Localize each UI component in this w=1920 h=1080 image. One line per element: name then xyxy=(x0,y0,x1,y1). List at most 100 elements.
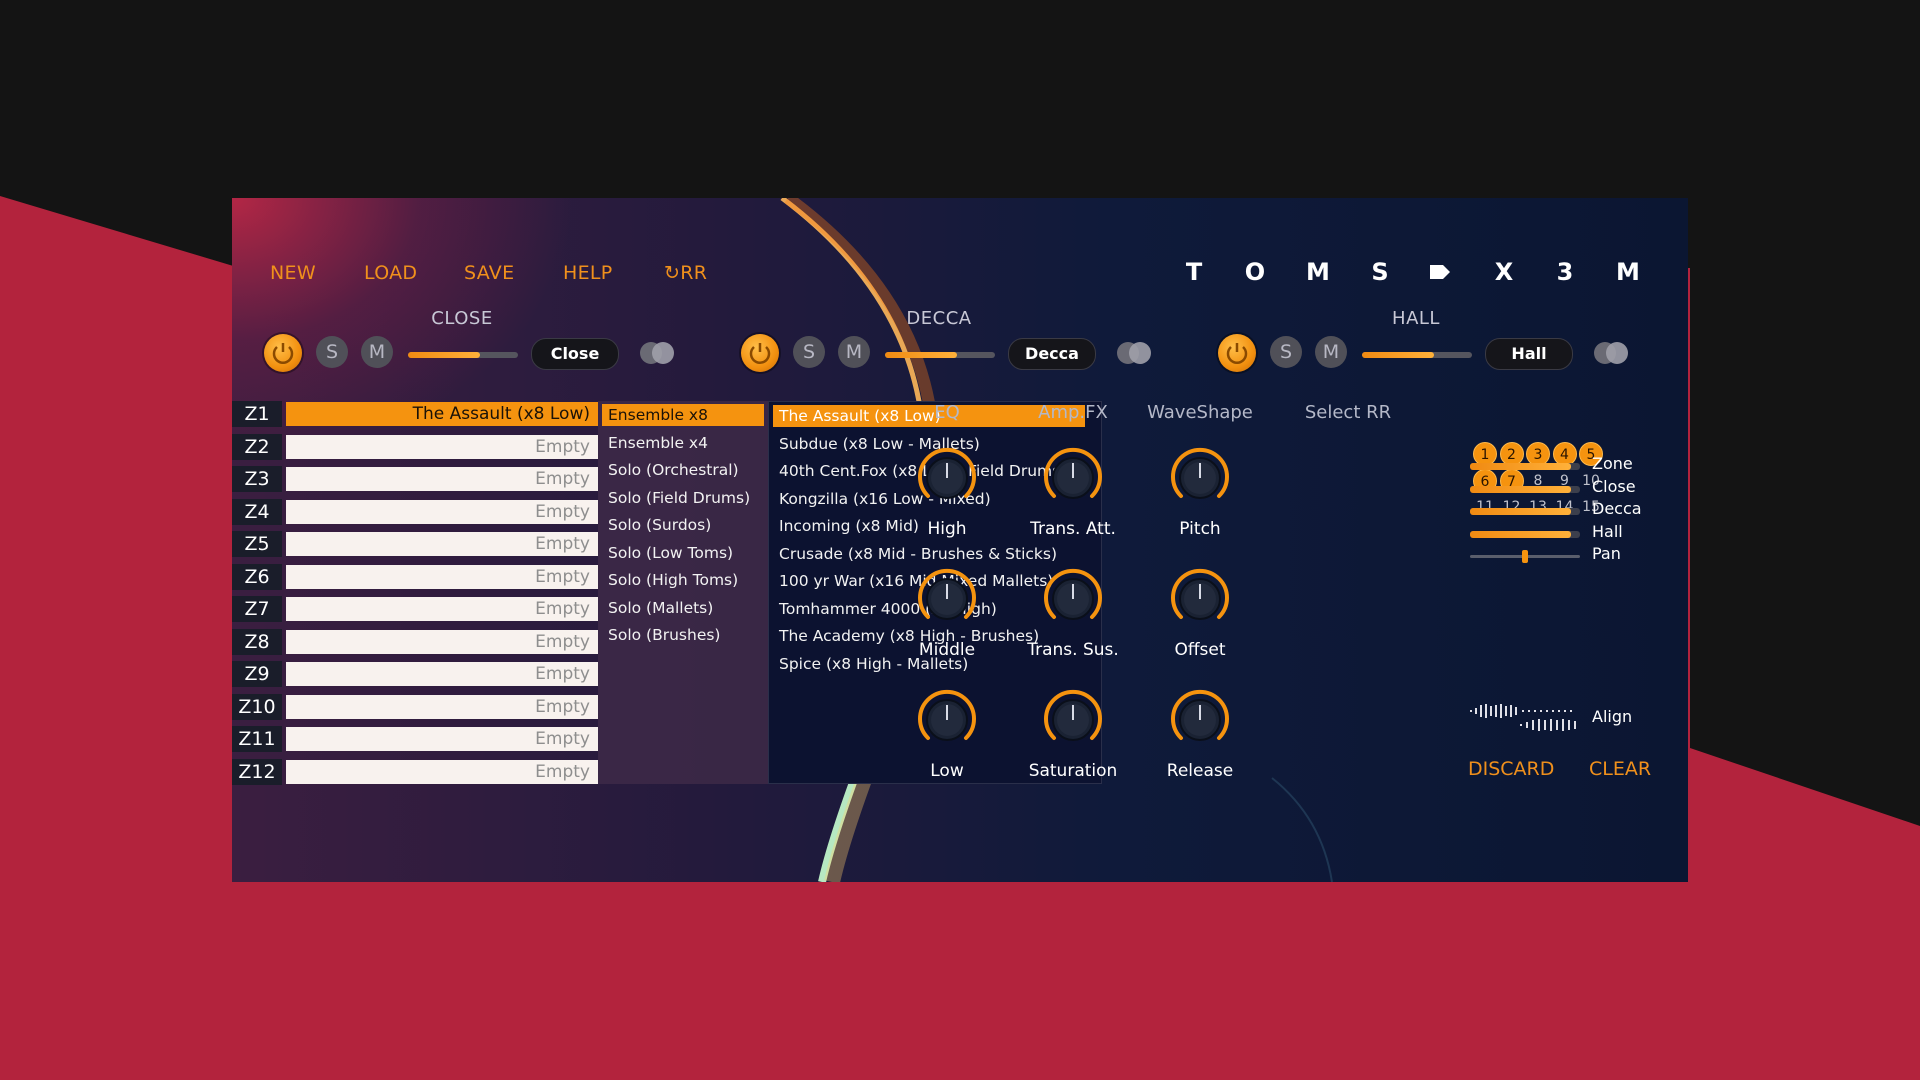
hall-volume-slider[interactable] xyxy=(1362,352,1472,358)
close-volume-slider[interactable] xyxy=(408,352,518,358)
decca-solo-button[interactable]: S xyxy=(793,336,825,368)
logo-letter: O xyxy=(1244,258,1266,286)
pitch-knob[interactable] xyxy=(1169,447,1231,509)
hall-link-icon[interactable] xyxy=(1590,339,1634,367)
pan-slider[interactable] xyxy=(1470,550,1580,563)
new-button[interactable]: NEW xyxy=(270,258,316,288)
hall-power-button[interactable] xyxy=(1218,334,1256,372)
zone-slot-field[interactable]: Empty xyxy=(286,727,598,751)
middle-knob[interactable] xyxy=(916,568,978,630)
zone-label[interactable]: Z7 xyxy=(232,596,282,622)
zone-slot-field[interactable]: Empty xyxy=(286,532,598,556)
zone-label[interactable]: Z2 xyxy=(232,433,282,460)
instrument-item[interactable]: Crusade (x8 Mid - Brushes & Sticks) xyxy=(773,543,1085,565)
help-button[interactable]: HELP xyxy=(563,258,613,288)
hall-slider-label: Hall xyxy=(1592,521,1623,541)
high-knob-label: High xyxy=(927,519,967,539)
hall-preset-button[interactable]: Hall xyxy=(1485,338,1573,370)
eq-header: EQ xyxy=(934,402,960,423)
category-item[interactable]: Solo (Surdos) xyxy=(602,514,764,536)
logo-letter: M xyxy=(1306,258,1330,286)
hall-solo-button[interactable]: S xyxy=(1270,336,1302,368)
zone-label[interactable]: Z12 xyxy=(232,758,282,785)
decca-power-button[interactable] xyxy=(741,334,779,372)
rr-number-button[interactable]: 11 xyxy=(1473,495,1497,519)
decca-mute-button[interactable]: M xyxy=(838,336,870,368)
zone-slot-field[interactable]: Empty xyxy=(286,662,598,686)
zone-label[interactable]: Z3 xyxy=(232,466,282,492)
close-slider[interactable] xyxy=(1470,485,1580,493)
offset-knob[interactable] xyxy=(1169,568,1231,630)
zone-label[interactable]: Z9 xyxy=(232,661,282,687)
hall-mic-label: HALL xyxy=(1392,308,1440,329)
decca-slider-label: Decca xyxy=(1592,499,1642,518)
zone-slot-field[interactable]: Empty xyxy=(286,467,598,491)
decca-slider[interactable] xyxy=(1470,508,1580,515)
zone-label[interactable]: Z6 xyxy=(232,563,282,590)
category-item[interactable]: Solo (Orchestral) xyxy=(602,459,764,481)
hall-volume-fill xyxy=(1362,352,1434,358)
category-item[interactable]: Solo (Field Drums) xyxy=(602,487,764,509)
zone-label[interactable]: Z5 xyxy=(232,531,282,557)
pan-handle[interactable] xyxy=(1522,550,1528,563)
logo-letter: M xyxy=(1616,258,1640,286)
close-mute-button[interactable]: M xyxy=(361,336,393,368)
zone-label[interactable]: Z1 xyxy=(232,401,282,427)
slider-fill xyxy=(1470,530,1572,538)
slider-fill xyxy=(1470,485,1572,493)
rr-number-button[interactable]: 13 xyxy=(1526,495,1550,519)
zone-label[interactable]: Z11 xyxy=(232,726,282,752)
rr-number-button[interactable]: 12 xyxy=(1500,495,1524,519)
rr-number-button[interactable]: 14 xyxy=(1553,495,1577,519)
save-button[interactable]: SAVE xyxy=(464,258,514,288)
hall-slider[interactable] xyxy=(1470,530,1580,538)
clear-button[interactable]: CLEAR xyxy=(1589,758,1651,780)
zone-slot-field[interactable]: The Assault (x8 Low) xyxy=(286,402,598,426)
zone-slot-field[interactable]: Empty xyxy=(286,629,598,654)
hall-mute-button[interactable]: M xyxy=(1315,336,1347,368)
decca-link-icon[interactable] xyxy=(1113,339,1157,367)
low-knob[interactable] xyxy=(916,689,978,751)
category-item[interactable]: Ensemble x4 xyxy=(602,432,764,454)
zone-slot-field[interactable]: Empty xyxy=(286,564,598,589)
zone-label[interactable]: Z10 xyxy=(232,693,282,720)
power-icon xyxy=(749,343,771,364)
release-knob[interactable] xyxy=(1169,689,1231,751)
category-item[interactable]: Solo (Low Toms) xyxy=(602,542,764,564)
logo-tag-icon xyxy=(1430,265,1450,279)
close-power-button[interactable] xyxy=(264,334,302,372)
category-item[interactable]: Solo (High Toms) xyxy=(602,569,764,591)
align-waveform-icon[interactable] xyxy=(1468,700,1586,736)
crr-button[interactable]: ↻RR xyxy=(664,258,707,288)
close-preset-button[interactable]: Close xyxy=(531,338,619,370)
decca-preset-button[interactable]: Decca xyxy=(1008,338,1096,370)
zone-label[interactable]: Z4 xyxy=(232,498,282,525)
category-item[interactable]: Solo (Mallets) xyxy=(602,597,764,619)
slider-fill xyxy=(1470,508,1572,515)
power-icon xyxy=(1226,343,1248,364)
trans-att-knob[interactable] xyxy=(1042,447,1104,509)
close-solo-button[interactable]: S xyxy=(316,336,348,368)
power-icon xyxy=(272,343,294,364)
logo-letter: X xyxy=(1494,258,1514,286)
zone-slot-field[interactable]: Empty xyxy=(286,597,598,621)
trans-sus-knob[interactable] xyxy=(1042,568,1104,630)
zone-label[interactable]: Z8 xyxy=(232,628,282,655)
load-button[interactable]: LOAD xyxy=(364,258,417,288)
high-knob[interactable] xyxy=(916,447,978,509)
close-slider-label: Close xyxy=(1592,476,1636,496)
zone-slot-field[interactable]: Empty xyxy=(286,434,598,459)
zone-slider[interactable] xyxy=(1470,463,1580,470)
zone-slot-field[interactable]: Empty xyxy=(286,499,598,524)
saturation-knob[interactable] xyxy=(1042,689,1104,751)
decca-volume-slider[interactable] xyxy=(885,352,995,358)
category-item[interactable]: Ensemble x8 xyxy=(602,404,764,426)
category-item[interactable]: Solo (Brushes) xyxy=(602,624,764,646)
close-mic-label: CLOSE xyxy=(431,308,493,329)
decca-mic-label: DECCA xyxy=(906,308,972,329)
close-link-icon[interactable] xyxy=(636,339,680,367)
zone-slider-label: Zone xyxy=(1592,454,1633,473)
zone-slot-field[interactable]: Empty xyxy=(286,694,598,719)
discard-button[interactable]: DISCARD xyxy=(1468,758,1554,780)
zone-slot-field[interactable]: Empty xyxy=(286,759,598,784)
